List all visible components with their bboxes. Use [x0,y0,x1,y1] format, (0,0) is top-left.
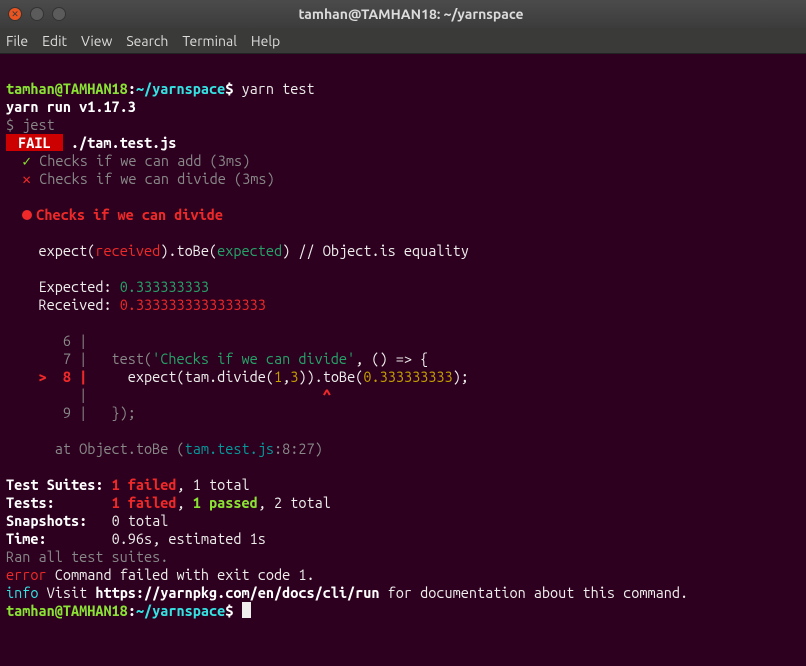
command-text: yarn test [242,80,315,97]
stack-file: tam.test.js [185,440,274,457]
caret-line: | [6,386,323,403]
summary-time-val: 0.96s, estimated 1s [112,530,266,547]
terminal-output[interactable]: tamhan@TAMHAN18:~/yarnspace$ yarn test y… [0,54,806,628]
summary-suites-label: Test Suites: [6,476,112,493]
expected-keyword: expected [217,242,282,259]
summary-snapshots-label: Snapshots: [6,512,112,529]
received-label: Received: [6,296,120,313]
code-line-6: 6 | [6,332,87,349]
prompt-path: ~/yarnspace [136,80,225,97]
summary-suites-fail: 1 failed [112,476,177,493]
summary-ran: Ran all test suites. [6,548,168,565]
info-url: https://yarnpkg.com/en/docs/cli/run [95,584,379,601]
check-icon: ✓ [22,152,31,169]
prompt-sep: : [128,80,136,97]
summary-tests-fail: 1 failed [112,494,177,511]
menu-terminal[interactable]: Terminal [182,33,237,49]
summary-tests-pass: 1 passed [193,494,258,511]
received-value: 0.3333333333333333 [120,296,266,313]
jest-line: $ jest [6,116,55,133]
expect-line: expect( [6,242,95,259]
error-msg: Command failed with exit code 1. [47,566,315,583]
window-titlebar: ✕ tamhan@TAMHAN18: ~/yarnspace [0,0,806,28]
info-label: info [6,584,38,601]
code-line-8-marker: > 8 | [6,368,87,385]
summary-time-label: Time: [6,530,112,547]
menu-search[interactable]: Search [126,33,168,49]
received-keyword: received [95,242,160,259]
prompt-userhost: tamhan@TAMHAN18 [6,80,128,97]
summary-snapshots-val: 0 total [112,512,169,529]
prompt-userhost-2: tamhan@TAMHAN18 [6,602,128,619]
menu-edit[interactable]: Edit [42,33,67,49]
yarn-version: yarn run v1.17.3 [6,98,136,115]
menu-file[interactable]: File [6,33,28,49]
close-icon[interactable]: ✕ [8,7,22,21]
error-label: error [6,566,47,583]
suite-file: ./tam.test.js [71,134,177,151]
x-icon: ✕ [22,170,31,187]
expected-label: Expected: [6,278,120,295]
pass-test: Checks if we can add (3ms) [39,152,250,169]
menu-bar: File Edit View Search Terminal Help [0,28,806,54]
menu-help[interactable]: Help [251,33,280,49]
fail-badge: FAIL [6,134,63,151]
prompt-dollar: $ [225,80,233,97]
caret-icon: ^ [323,386,331,403]
fail-test: Checks if we can divide (3ms) [39,170,274,187]
expected-value: 0.333333333 [120,278,209,295]
menu-view[interactable]: View [81,33,112,49]
stack-at: at Object.toBe ( [6,440,185,457]
code-line-9: 9 | }); [6,404,136,421]
summary-tests-label: Tests: [6,494,112,511]
stack-loc: :8:27) [274,440,323,457]
window-title: tamhan@TAMHAN18: ~/yarnspace [78,6,744,22]
window-controls: ✕ [8,7,66,21]
maximize-icon[interactable] [52,7,66,21]
minimize-icon[interactable] [30,7,44,21]
cursor-icon [242,602,251,618]
code-line-7: 7 | test( [6,350,152,367]
fail-header: Checks if we can divide [36,206,223,223]
bullet-icon [22,210,32,220]
prompt-path-2: ~/yarnspace [136,602,225,619]
